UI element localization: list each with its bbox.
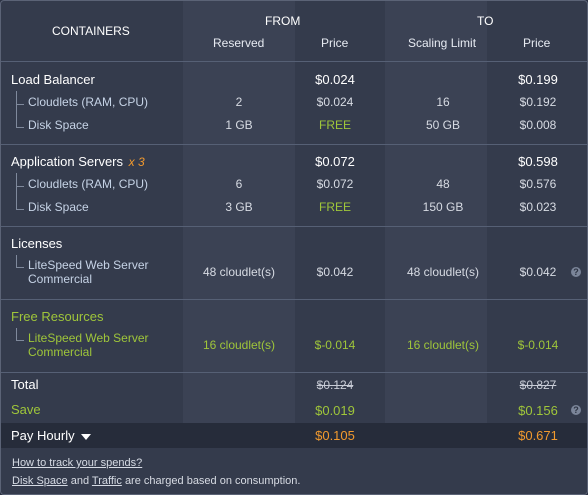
- price-value: $0.072: [316, 177, 354, 191]
- price-to-value: $0.192: [519, 95, 557, 109]
- group-title-free-resources: Free Resources: [11, 309, 104, 324]
- group-title-licenses: Licenses: [11, 236, 63, 251]
- total-label: Total: [11, 377, 39, 392]
- row-label: Cloudlets (RAM, CPU): [28, 177, 149, 191]
- pay-period-label: Pay Hourly: [11, 428, 75, 443]
- multiplier-badge: x 3: [128, 155, 145, 169]
- price-to-value: $0.576: [519, 177, 557, 191]
- help-icon[interactable]: ?: [571, 267, 581, 277]
- help-icon[interactable]: ?: [571, 405, 581, 415]
- track-spends-link[interactable]: How to track your spends?: [12, 457, 142, 469]
- limit-value: 150 GB: [422, 200, 464, 214]
- traffic-link[interactable]: Traffic: [92, 475, 122, 487]
- disk-space-link[interactable]: Disk Space: [12, 475, 68, 487]
- chevron-down-icon: [80, 433, 91, 440]
- license-label: LiteSpeed Web Server Commercial: [28, 258, 149, 286]
- header-price: Price: [321, 36, 349, 50]
- pay-to: $0.671: [518, 428, 558, 443]
- price-value-free: FREE: [318, 200, 351, 214]
- to-total: $0.598: [518, 154, 558, 169]
- from-total: $0.024: [315, 72, 355, 87]
- pay-period-dropdown[interactable]: Pay Hourly: [11, 428, 91, 443]
- limit-value: 50 GB: [425, 118, 461, 132]
- divider: [1, 144, 587, 145]
- header-containers: CONTAINERS: [52, 24, 130, 38]
- save-label: Save: [11, 402, 41, 417]
- row-label: Disk Space: [28, 118, 89, 132]
- tree-line: [16, 104, 24, 105]
- limit-value: 16 cloudlet(s): [406, 338, 480, 352]
- pay-hourly-row: Pay Hourly $0.105 $0.671: [1, 423, 587, 448]
- limit-value: 48: [436, 177, 450, 191]
- tree-line: [16, 186, 24, 187]
- header-scaling-limit: Scaling Limit: [408, 36, 477, 50]
- save-from: $0.019: [315, 403, 355, 418]
- price-to-value: $0.008: [519, 118, 557, 132]
- from-total: $0.072: [315, 154, 355, 169]
- row-label: Disk Space: [28, 200, 89, 214]
- price-value-free: FREE: [318, 118, 351, 132]
- price-to-value: $0.023: [519, 200, 557, 214]
- tree-line: [16, 127, 24, 128]
- total-from: $0.124: [316, 378, 354, 392]
- limit-value: 16: [436, 95, 450, 109]
- footer: How to track your spends? Disk Space and…: [1, 448, 587, 494]
- divider: [1, 299, 587, 300]
- header-reserved: Reserved: [213, 36, 265, 50]
- free-resource-label: LiteSpeed Web Server Commercial: [28, 331, 149, 359]
- footer-charged-text: are charged based on consumption.: [124, 475, 301, 487]
- tree-line: [16, 267, 24, 268]
- license-label-line: LiteSpeed Web Server: [28, 258, 149, 272]
- header-price-to: Price: [523, 36, 551, 50]
- price-value: $0.024: [316, 95, 354, 109]
- tree-line: [16, 255, 17, 267]
- tree-line: [16, 340, 24, 341]
- license-label-line: Commercial: [28, 272, 93, 286]
- divider: [1, 226, 587, 227]
- price-value: $-0.014: [314, 338, 356, 352]
- free-resource-label-line: Commercial: [28, 345, 93, 359]
- footer-and: and: [70, 475, 90, 487]
- total-to: $0.827: [519, 378, 557, 392]
- group-title-load-balancer: Load Balancer: [11, 72, 95, 87]
- divider: [1, 372, 587, 373]
- footer-note: Disk Space and Traffic are charged based…: [12, 475, 300, 487]
- pay-from: $0.105: [315, 428, 355, 443]
- limit-value: 48 cloudlet(s): [406, 265, 480, 279]
- free-resource-label-line: LiteSpeed Web Server: [28, 331, 149, 345]
- price-value: $0.042: [316, 265, 354, 279]
- to-total: $0.199: [518, 72, 558, 87]
- pricing-panel: CONTAINERS FROM TO Reserved Price Scalin…: [0, 0, 588, 495]
- tree-line: [16, 209, 24, 210]
- group-title-application-servers: Application Servers x 3: [11, 154, 145, 169]
- row-label: Cloudlets (RAM, CPU): [28, 95, 149, 109]
- to-column-band: [385, 1, 487, 447]
- group-title-text: Application Servers: [11, 154, 123, 169]
- tree-line: [16, 328, 17, 340]
- header-to: TO: [477, 14, 494, 28]
- divider: [1, 61, 587, 62]
- price-to-value: $-0.014: [517, 338, 559, 352]
- tree-line: [16, 91, 17, 127]
- header-from: FROM: [265, 14, 301, 28]
- tree-line: [16, 173, 17, 209]
